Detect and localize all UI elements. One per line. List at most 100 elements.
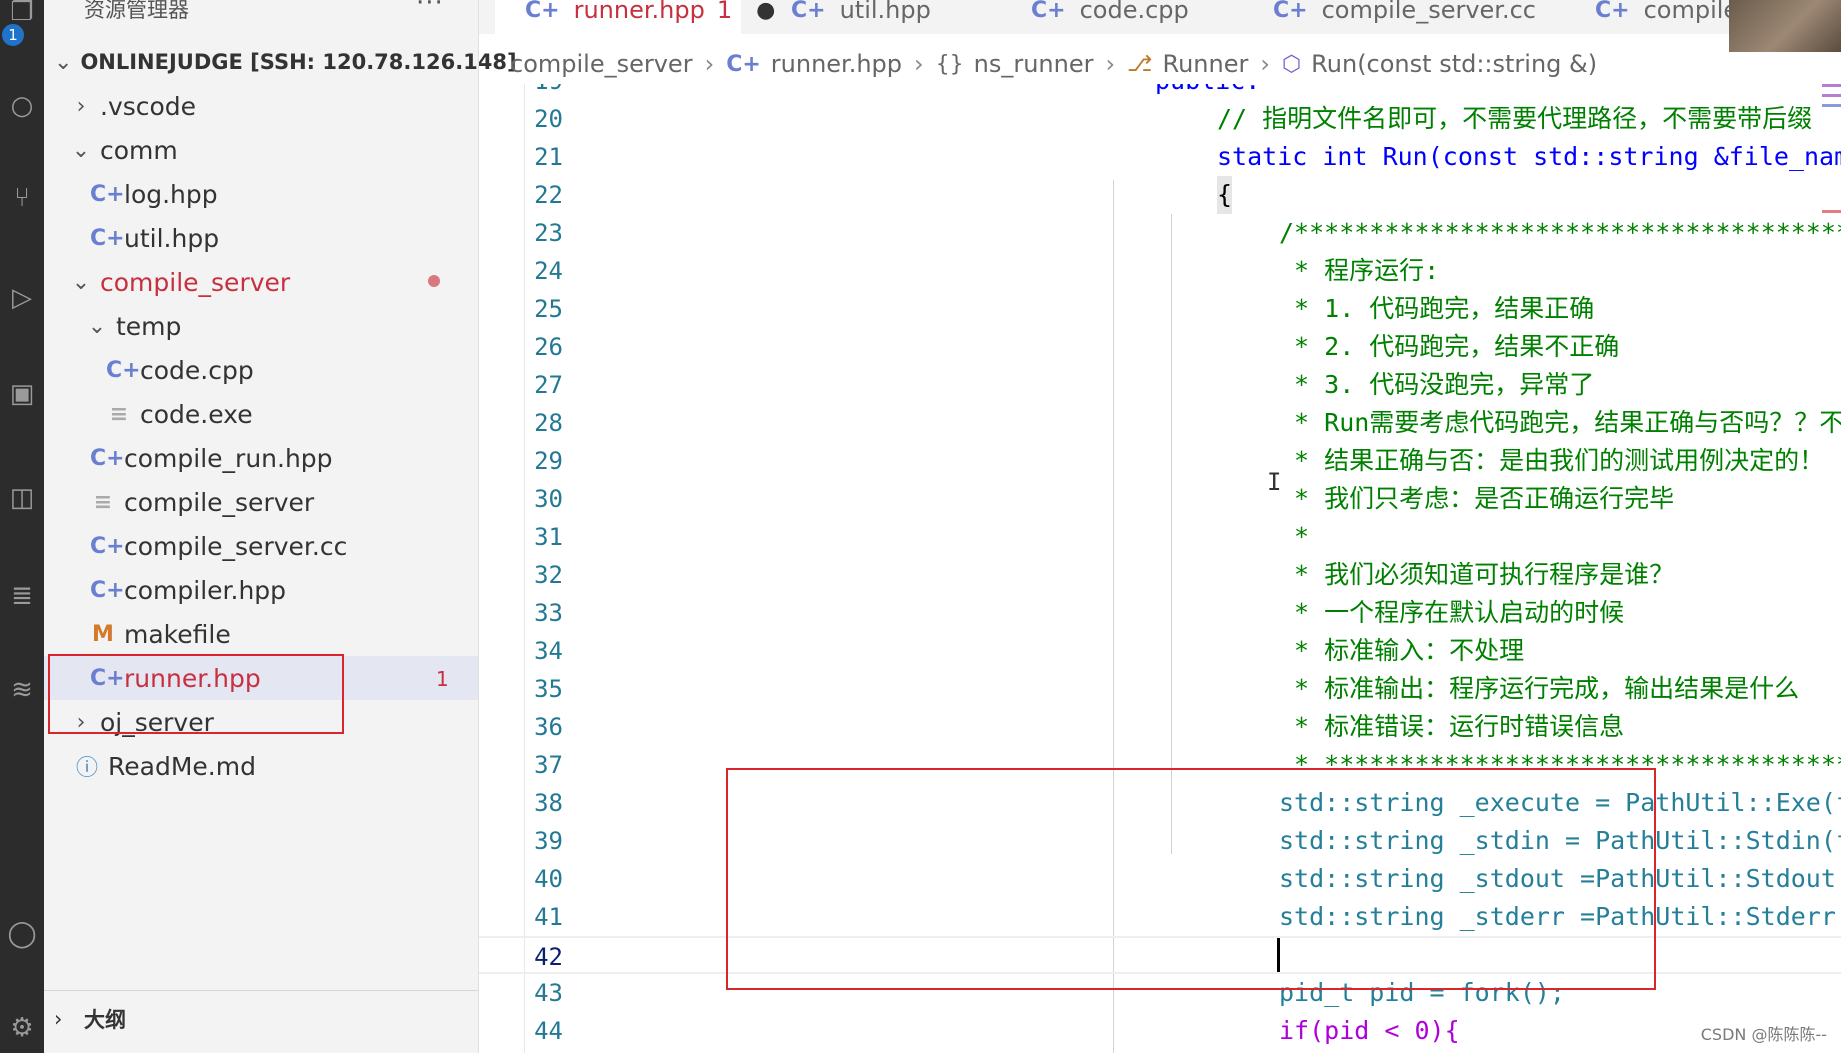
chevron-right-icon: ›: [76, 93, 86, 119]
account-icon[interactable]: ◯: [0, 912, 44, 956]
webcam-overlay: [1729, 0, 1841, 52]
code-line: 35 * 标准输出：程序运行完成，输出结果是什么: [479, 670, 1841, 708]
remote-explorer-icon[interactable]: ◫: [0, 476, 44, 520]
method-icon: ⬡: [1281, 51, 1302, 77]
line-number: 23: [534, 219, 563, 247]
tab-label: util.hpp: [839, 0, 931, 24]
line-number: 30: [534, 485, 563, 513]
line-number: 36: [534, 713, 563, 741]
line-number: 33: [534, 599, 563, 627]
tab-runner-hpp[interactable]: C+ runner.hpp 1 ●: [495, 0, 775, 34]
run-debug-icon[interactable]: ▷: [0, 276, 44, 320]
cpp-file-icon: C+: [726, 51, 761, 77]
workspace-root[interactable]: ⌄ ONLINEJUDGE [SSH: 120.78.126.148]: [44, 40, 517, 84]
chevron-down-icon: ⌄: [71, 137, 91, 163]
tree-item-label: comm: [100, 135, 178, 165]
code-text: if(pid < 0){: [1279, 1016, 1460, 1045]
chevron-down-icon: ⌄: [87, 313, 107, 339]
outline-label: 大纲: [84, 1008, 126, 1032]
tree-item-makefile[interactable]: M makefile: [44, 612, 478, 656]
tree-item-compiler-hpp[interactable]: C+ compiler.hpp: [44, 568, 478, 612]
code-text: * 1. 代码跑完，结果正确: [1279, 294, 1595, 323]
database-icon[interactable]: ≣: [0, 574, 44, 618]
tree-item-vscode[interactable]: › .vscode: [44, 84, 478, 128]
code-line: 31 *: [479, 518, 1841, 556]
code-line: 36 * 标准错误：运行时错误信息: [479, 708, 1841, 746]
tree-item-compile-server-binary[interactable]: ≡ compile_server: [44, 480, 478, 524]
tree-item-label: .vscode: [100, 91, 197, 121]
explorer-sidebar: 资源管理器 ··· ⌄ ONLINEJUDGE [SSH: 120.78.126…: [44, 0, 517, 1053]
tab-code-cpp[interactable]: C+ code.cpp: [1031, 0, 1189, 34]
outline-section-header[interactable]: › 大纲: [44, 997, 478, 1041]
line-number: 41: [534, 903, 563, 931]
code-line: 22 {: [479, 176, 1841, 214]
line-number: 35: [534, 675, 563, 703]
code-text: // 指明文件名即可，不需要代理路径，不需要带后缀: [1217, 104, 1813, 133]
settings-gear-icon[interactable]: ⚙: [0, 1006, 44, 1050]
chevron-right-icon: ›: [1260, 50, 1270, 78]
code-text: * 程序运行:: [1279, 256, 1440, 285]
breadcrumb-item-file[interactable]: runner.hpp: [771, 50, 902, 78]
code-text: * 我们必须知道可执行程序是谁？: [1279, 560, 1675, 589]
code-text: * 3. 代码没跑完，异常了: [1279, 370, 1595, 399]
line-number: 25: [534, 295, 563, 323]
code-line: 24 * 程序运行:: [479, 252, 1841, 290]
tab-compile-server-cc[interactable]: C+ compile_server.cc: [1273, 0, 1536, 34]
cpp-file-icon: C+: [90, 225, 125, 251]
activity-bar: ❐ 1 ○ ⑂ ▷ ▣ ◫ ≣ ≋ ◯ ⚙: [0, 0, 44, 1053]
breadcrumb-item-method[interactable]: Run(const std::string &): [1311, 50, 1597, 78]
line-number: 27: [534, 371, 563, 399]
tab-problem-count: 1: [716, 0, 733, 24]
breadcrumb-item-namespace[interactable]: ns_runner: [974, 50, 1094, 78]
code-text: * 我们只考虑：是否正确运行完毕: [1279, 484, 1675, 513]
breadcrumb-item-class[interactable]: Runner: [1162, 50, 1248, 78]
line-number: 28: [534, 409, 563, 437]
code-line: 23 /************************************…: [479, 214, 1841, 252]
chevron-down-icon: ⌄: [71, 269, 91, 295]
text-file-icon: ≡: [109, 401, 129, 427]
explorer-header: 资源管理器: [84, 0, 189, 22]
minimap[interactable]: [1822, 84, 1841, 1053]
tree-item-code-cpp[interactable]: C+ code.cpp: [44, 348, 478, 392]
tree-item-readme[interactable]: ⓘ ReadMe.md: [44, 744, 478, 788]
extensions-icon[interactable]: ▣: [0, 372, 44, 416]
source-control-icon[interactable]: ⑂: [0, 176, 44, 220]
minimap-marker: [1822, 210, 1841, 213]
line-number: 20: [534, 105, 563, 133]
tree-item-compile-server-cc[interactable]: C+ compile_server.cc: [44, 524, 478, 568]
modified-dot-badge: [428, 275, 440, 287]
testing-icon[interactable]: ≋: [0, 668, 44, 712]
problem-count-badge: 1: [436, 667, 449, 691]
breadcrumb: compile_server › C+ runner.hpp › {} ns_r…: [510, 44, 1597, 84]
cpp-file-icon: C+: [525, 0, 560, 23]
line-number: 31: [534, 523, 563, 551]
tree-item-comm[interactable]: ⌄ comm: [44, 128, 478, 172]
chevron-down-icon: ⌄: [54, 49, 73, 75]
code-line: 19 public:: [479, 84, 1841, 100]
search-icon[interactable]: ○: [0, 84, 44, 128]
tree-item-label: ReadMe.md: [108, 751, 256, 781]
code-text: * 一个程序在默认启动的时候: [1279, 598, 1625, 627]
code-line: 30 * 我们只考虑：是否正确运行完毕: [479, 480, 1841, 518]
code-text: * 标准错误：运行时错误信息: [1279, 712, 1625, 741]
tree-item-label: util.hpp: [124, 223, 220, 253]
tab-compiler[interactable]: C+ compiler: [1595, 0, 1748, 34]
line-number: 37: [534, 751, 563, 779]
breadcrumb-item-folder[interactable]: compile_server: [510, 50, 693, 78]
tree-item-util-hpp[interactable]: C+ util.hpp: [44, 216, 478, 260]
chevron-right-icon: ›: [1105, 50, 1116, 78]
unsaved-dot-icon[interactable]: ●: [756, 0, 775, 23]
tree-item-compile-run-hpp[interactable]: C+ compile_run.hpp: [44, 436, 478, 480]
tree-item-log-hpp[interactable]: C+ log.hpp: [44, 172, 478, 216]
line-number: 40: [534, 865, 563, 893]
code-line: 20 // 指明文件名即可，不需要代理路径，不需要带后缀: [479, 100, 1841, 138]
tree-item-label: code.cpp: [140, 355, 254, 385]
more-actions-icon[interactable]: ···: [416, 0, 444, 18]
tree-item-code-exe[interactable]: ≡ code.exe: [44, 392, 478, 436]
tab-util-hpp[interactable]: C+ util.hpp: [791, 0, 931, 34]
tree-item-temp[interactable]: ⌄ temp: [44, 304, 478, 348]
tree-item-compile-server-folder[interactable]: ⌄ compile_server: [44, 260, 478, 304]
line-number: 39: [534, 827, 563, 855]
code-text: /***************************************…: [1279, 218, 1841, 247]
mouse-ibeam-icon: I: [1267, 468, 1282, 496]
